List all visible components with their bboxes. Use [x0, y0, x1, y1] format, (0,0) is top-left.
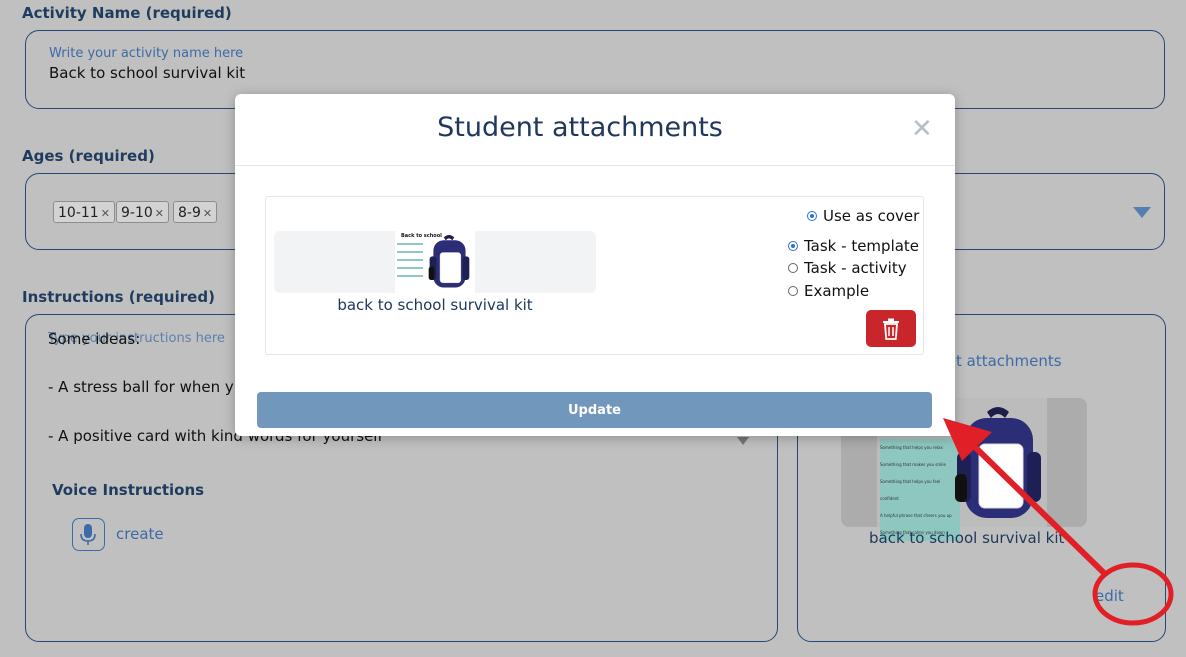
- annotation-overlay: [943, 418, 1174, 626]
- annotation-arrow-shaft: [973, 445, 1106, 575]
- annotation-circle: [1092, 562, 1174, 626]
